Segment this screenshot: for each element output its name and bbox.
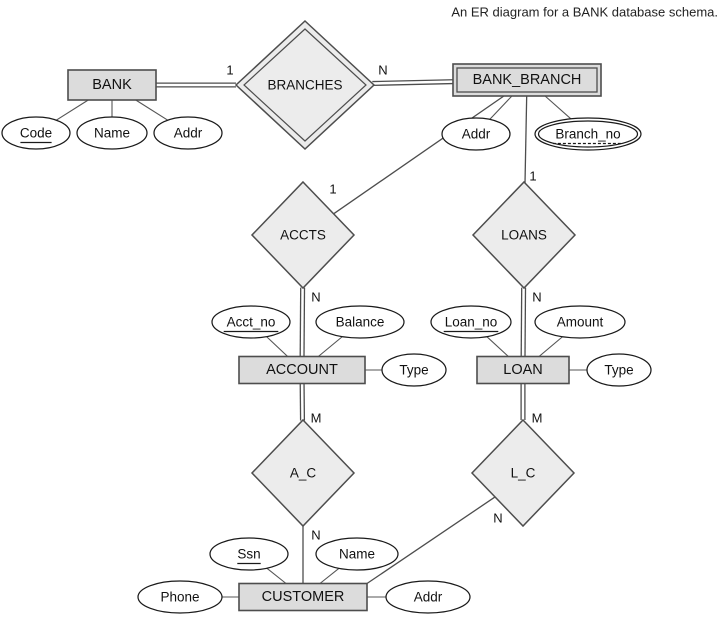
- connector-loans-loan-stroke-1: [520, 287, 523, 357]
- attribute-label-loan_no: Loan_no: [445, 315, 498, 330]
- cardinality-label-bankbranch-loans: 1: [529, 169, 536, 184]
- attribute-acct_no: Acct_no: [211, 305, 291, 339]
- connector-accts-account-stroke-1: [299, 287, 302, 357]
- connector-bankbranch-loans: [524, 95, 528, 184]
- attribute-cust_addr: Addr: [385, 580, 471, 614]
- diagram-caption: An ER diagram for a BANK database schema…: [451, 5, 718, 20]
- relationship-label-l_c: L_C: [511, 466, 536, 481]
- connector-bankbranch-accts: [333, 95, 505, 215]
- connector-branches-bankbranch-stroke-2: [372, 79, 453, 83]
- attribute-label-acct_balance: Balance: [336, 315, 385, 330]
- attribute-bank_code: Code: [1, 116, 71, 150]
- relationship-label-accts: ACCTS: [280, 228, 326, 243]
- attribute-bank_name: Name: [76, 116, 148, 150]
- attribute-label-acct_type: Type: [399, 363, 428, 378]
- entity-label-bank: BANK: [92, 77, 132, 93]
- connector-bankbranch-accts-stroke: [333, 95, 505, 215]
- attribute-branch_addr: Addr: [441, 117, 511, 151]
- attribute-label-branch_no: Branch_no: [555, 127, 620, 142]
- relationship-loans[interactable]: LOANS: [471, 180, 577, 290]
- attribute-branch_no: Branch_no: [534, 117, 642, 151]
- attribute-cust_name: Name: [315, 537, 399, 571]
- connector-l_c-customer: [366, 496, 496, 585]
- connector-accts-account-stroke-2: [303, 287, 306, 357]
- attribute-label-bank_addr: Addr: [174, 126, 203, 141]
- cardinality-label-branches-bankbranch: N: [378, 63, 387, 78]
- attribute-label-acct_no: Acct_no: [227, 315, 276, 330]
- connector-loans-loan: [520, 287, 527, 357]
- entity-label-loan: LOAN: [503, 362, 543, 378]
- relationship-label-branches: BRANCHES: [267, 78, 342, 93]
- connector-branches-bankbranch: [372, 79, 454, 87]
- cardinality-label-loan-l_c: M: [532, 411, 543, 426]
- relationship-accts[interactable]: ACCTS: [250, 180, 356, 290]
- entity-label-customer: CUSTOMER: [262, 589, 345, 605]
- er-diagram-svg: Code Name Addr Addr Branch_no Acct_no Balance T…: [1, 5, 718, 614]
- attribute-label-bank_name: Name: [94, 126, 130, 141]
- connector-accts-account: [299, 287, 306, 357]
- attribute-label-cust_phone: Phone: [160, 590, 199, 605]
- entity-bank_branch[interactable]: BANK_BRANCH: [452, 63, 602, 97]
- attribute-label-cust_addr: Addr: [414, 590, 443, 605]
- connector-l_c-customer-stroke: [366, 496, 496, 585]
- relationship-l_c[interactable]: L_C: [470, 418, 576, 528]
- cardinality-label-l_c-customer: N: [493, 511, 502, 526]
- entity-label-bank_branch: BANK_BRANCH: [473, 72, 582, 88]
- entity-loan[interactable]: LOAN: [476, 355, 570, 385]
- attribute-label-bank_code: Code: [20, 126, 52, 141]
- relationship-a_c[interactable]: A_C: [250, 418, 356, 528]
- connector-loan-l_c: [520, 383, 526, 420]
- entity-account[interactable]: ACCOUNT: [238, 355, 366, 385]
- cardinality-label-accts-account: N: [311, 290, 320, 305]
- attribute-loan_amount: Amount: [534, 305, 626, 339]
- er-diagram-canvas: Code Name Addr Addr Branch_no Acct_no Balance T…: [0, 0, 728, 617]
- cardinality-label-bank-branches: 1: [226, 63, 233, 78]
- cardinality-label-account-a_c: M: [311, 411, 322, 426]
- connector-loans-loan-stroke-2: [524, 287, 527, 357]
- attribute-label-cust_ssn: Ssn: [237, 547, 260, 562]
- attribute-connector-branch_no: [544, 95, 575, 123]
- entity-customer[interactable]: CUSTOMER: [238, 582, 368, 612]
- attribute-acct_balance: Balance: [315, 305, 405, 339]
- attribute-cust_phone: Phone: [137, 580, 223, 614]
- attribute-connector-layer: [50, 95, 587, 598]
- connector-bankbranch-loans-stroke: [524, 95, 528, 184]
- relationship-label-loans: LOANS: [501, 228, 547, 243]
- entity-bank[interactable]: BANK: [67, 69, 157, 101]
- attribute-label-branch_addr: Addr: [462, 127, 491, 142]
- connector-bank-branches: [156, 82, 236, 88]
- attribute-acct_type: Type: [381, 353, 447, 387]
- cardinality-label-bankbranch-accts: 1: [329, 182, 336, 197]
- relationship-branches[interactable]: BRANCHES: [234, 19, 376, 151]
- cardinality-label-loans-loan: N: [532, 290, 541, 305]
- attribute-loan_type: Type: [586, 353, 652, 387]
- attribute-label-loan_type: Type: [604, 363, 633, 378]
- attribute-cust_ssn: Ssn: [209, 537, 289, 571]
- cardinality-label-a_c-customer: N: [311, 528, 320, 543]
- attribute-loan_no: Loan_no: [430, 305, 512, 339]
- relationship-label-a_c: A_C: [290, 466, 317, 481]
- connector-account-a_c: [299, 383, 306, 421]
- attribute-label-cust_name: Name: [339, 547, 375, 562]
- attribute-bank_addr: Addr: [153, 116, 223, 150]
- attribute-label-loan_amount: Amount: [557, 315, 604, 330]
- connector-branches-bankbranch-stroke-1: [372, 82, 454, 87]
- entity-label-account: ACCOUNT: [266, 362, 338, 378]
